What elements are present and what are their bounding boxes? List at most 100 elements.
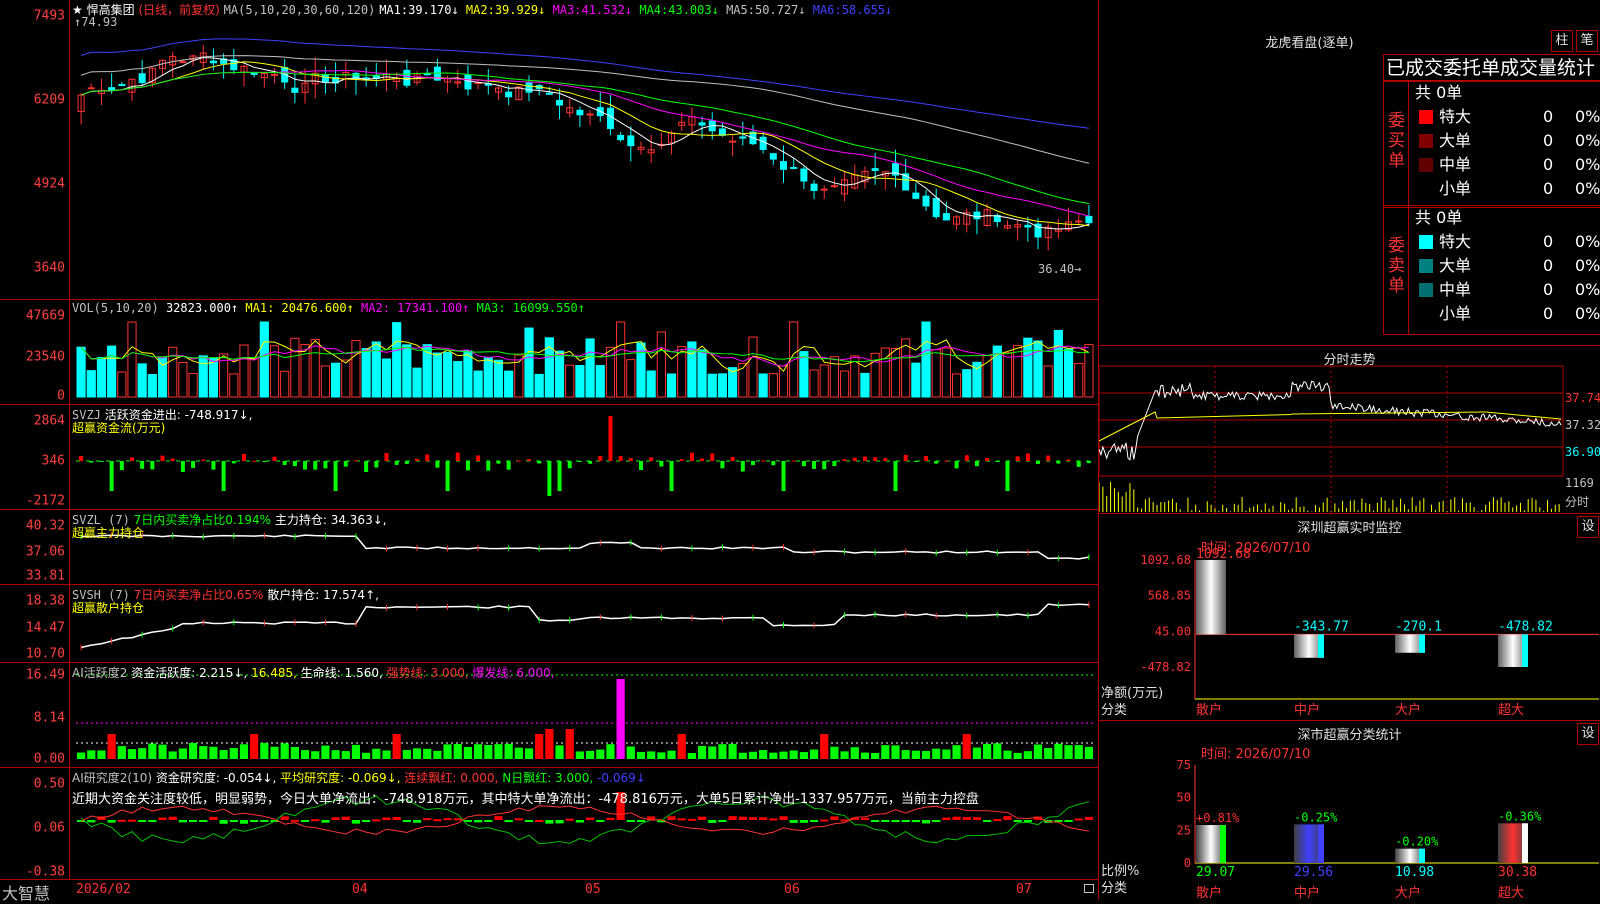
classify-category: 大户 (1395, 885, 1421, 901)
vol-label: VOL(5,10,20) (72, 301, 159, 315)
research-bar (738, 816, 747, 820)
flow-bar (567, 461, 572, 469)
activity-bar (504, 743, 513, 759)
activity-bar (514, 747, 523, 759)
research-bar (779, 816, 788, 820)
research-bar (708, 820, 717, 823)
activity-bar (280, 743, 289, 759)
fenshi-chart[interactable] (1099, 346, 1600, 514)
candle-body (556, 99, 564, 106)
bar-mode-button[interactable]: 柱 (1551, 30, 1573, 52)
monitor-bar-edge (1522, 634, 1528, 667)
ai-activity-pane[interactable]: 16.49 8.14 0.00 AI活跃度2 资金活跃度: 2.215↓, 16… (0, 663, 1098, 768)
period-label[interactable]: (日线，前复权) (138, 3, 219, 17)
candle-body (1024, 224, 1032, 228)
research-bar (331, 817, 340, 820)
volume-bar (493, 359, 504, 398)
research-bar (260, 820, 269, 822)
flow-bar (109, 461, 114, 491)
activity-bar (87, 750, 96, 759)
activity-bar (677, 734, 686, 759)
price-chart[interactable] (0, 0, 1098, 300)
flow-bar (160, 455, 165, 461)
activity-bar (311, 751, 320, 759)
candle-body (291, 87, 299, 93)
volume-bar (595, 364, 605, 398)
monitor-panel[interactable]: 深圳超赢实时监控 设 时间: 2026/07/10 1092.68 568.85 4… (1098, 513, 1600, 720)
activity-bar (1084, 746, 1093, 759)
volume-chart[interactable] (0, 300, 1098, 405)
x-date: 07 (1016, 882, 1032, 897)
activity-bar (606, 744, 615, 759)
flow-bar (801, 461, 806, 467)
activity-bar (647, 751, 656, 759)
svsh-pane[interactable]: 18.38 14.47 10.70 SVSH (7) 7日内买卖净占比0.65%… (0, 585, 1098, 663)
flow-bar (119, 461, 124, 471)
tick-mode-button[interactable]: 笔 (1576, 30, 1598, 52)
research-bar (300, 820, 310, 822)
research-bar (423, 818, 432, 821)
research-bar (392, 817, 401, 820)
candle-body (790, 166, 798, 169)
activity-bar (209, 746, 218, 759)
volume-pane[interactable]: 47669 23540 0 VOL(5,10,20) 32823.000↑ MA… (0, 300, 1098, 405)
svzl-pane[interactable]: 40.32 37.06 33.81 SVZL (7) 7日内买卖净占比0.194… (0, 510, 1098, 585)
flow-bar (486, 461, 491, 471)
volume-bar (300, 344, 310, 398)
monitor-bar-label: -478.82 (1498, 619, 1553, 634)
flow-bar (730, 456, 735, 461)
research-bar (575, 820, 584, 823)
research-bar (524, 820, 534, 822)
flow-bar (394, 461, 399, 465)
volume-bar (117, 371, 127, 398)
flow-bar (252, 460, 257, 462)
volume-bar (890, 347, 901, 398)
volume-bar (575, 364, 585, 398)
volume-bar (147, 373, 157, 398)
sell-row-m: 中单 0 0% (1409, 278, 1600, 302)
buy-label: 委买单 (1388, 111, 1405, 171)
flow-bar (598, 455, 603, 461)
activity-bar (351, 744, 361, 759)
flow-bar (913, 461, 918, 462)
classify-category: 中户 (1294, 885, 1320, 901)
activity-bar (168, 751, 177, 759)
research-bar (412, 820, 422, 823)
research-bar (911, 820, 920, 823)
activity-bar (586, 750, 595, 759)
flow-bar (995, 461, 1000, 462)
svzj-pane[interactable]: 2864 346 -2172 SVZJ 活跃资金进出: -748.917↓, 超… (0, 405, 1098, 510)
ai2-label: AI研究度2(10) (72, 771, 153, 785)
activity-bar (1003, 750, 1012, 759)
activity-bar (1064, 745, 1073, 759)
volume-bar (269, 345, 280, 398)
flow-bar (649, 457, 654, 461)
activity-bar (860, 752, 870, 759)
classify-bar-pct: -0.25% (1294, 810, 1338, 824)
research-bar (932, 820, 941, 822)
classify-xlabel: 分类 (1101, 881, 1128, 896)
activity-bar (443, 744, 452, 759)
ai2-comment: 近期大资金关注度较低，明显弱势，今日大单净流出：-748.918万元，其中特大单… (72, 792, 979, 807)
volume-bar (860, 372, 870, 398)
candle-body (912, 192, 920, 199)
research-bar (443, 818, 452, 821)
volume-bar (137, 363, 147, 398)
lock-icon[interactable] (1084, 884, 1094, 893)
price-pane[interactable]: 7493 6209 4924 3640 ★ 悍高集团 (日线，前复权) MA(5… (0, 0, 1098, 300)
activity-bar (871, 752, 880, 759)
activity-bar (1074, 745, 1083, 759)
research-bar (199, 820, 208, 822)
research-bar (87, 820, 96, 823)
candle-body (810, 183, 818, 192)
classify-panel[interactable]: 深市超赢分类统计 设 时间: 2026/07/10 75 50 25 0 +0.81% 2… (1098, 720, 1600, 901)
research-bar (158, 817, 167, 820)
svsh-hold: 散户持仓: 17.574↑, (267, 588, 379, 602)
ma1-name: MA1: (379, 3, 409, 17)
ai-research-pane[interactable]: 0.50 0.06 -0.38 AI研究度2(10) 资金研究度: -0.054… (0, 768, 1098, 880)
flow-bar (944, 460, 949, 462)
research-bar (799, 820, 808, 823)
fenshi-panel[interactable]: 分时走势 37.74 37.32 36.90 1169 分时 (1098, 345, 1600, 514)
ai1-act2: 16.485, (251, 666, 297, 680)
flow-bar (79, 455, 84, 461)
